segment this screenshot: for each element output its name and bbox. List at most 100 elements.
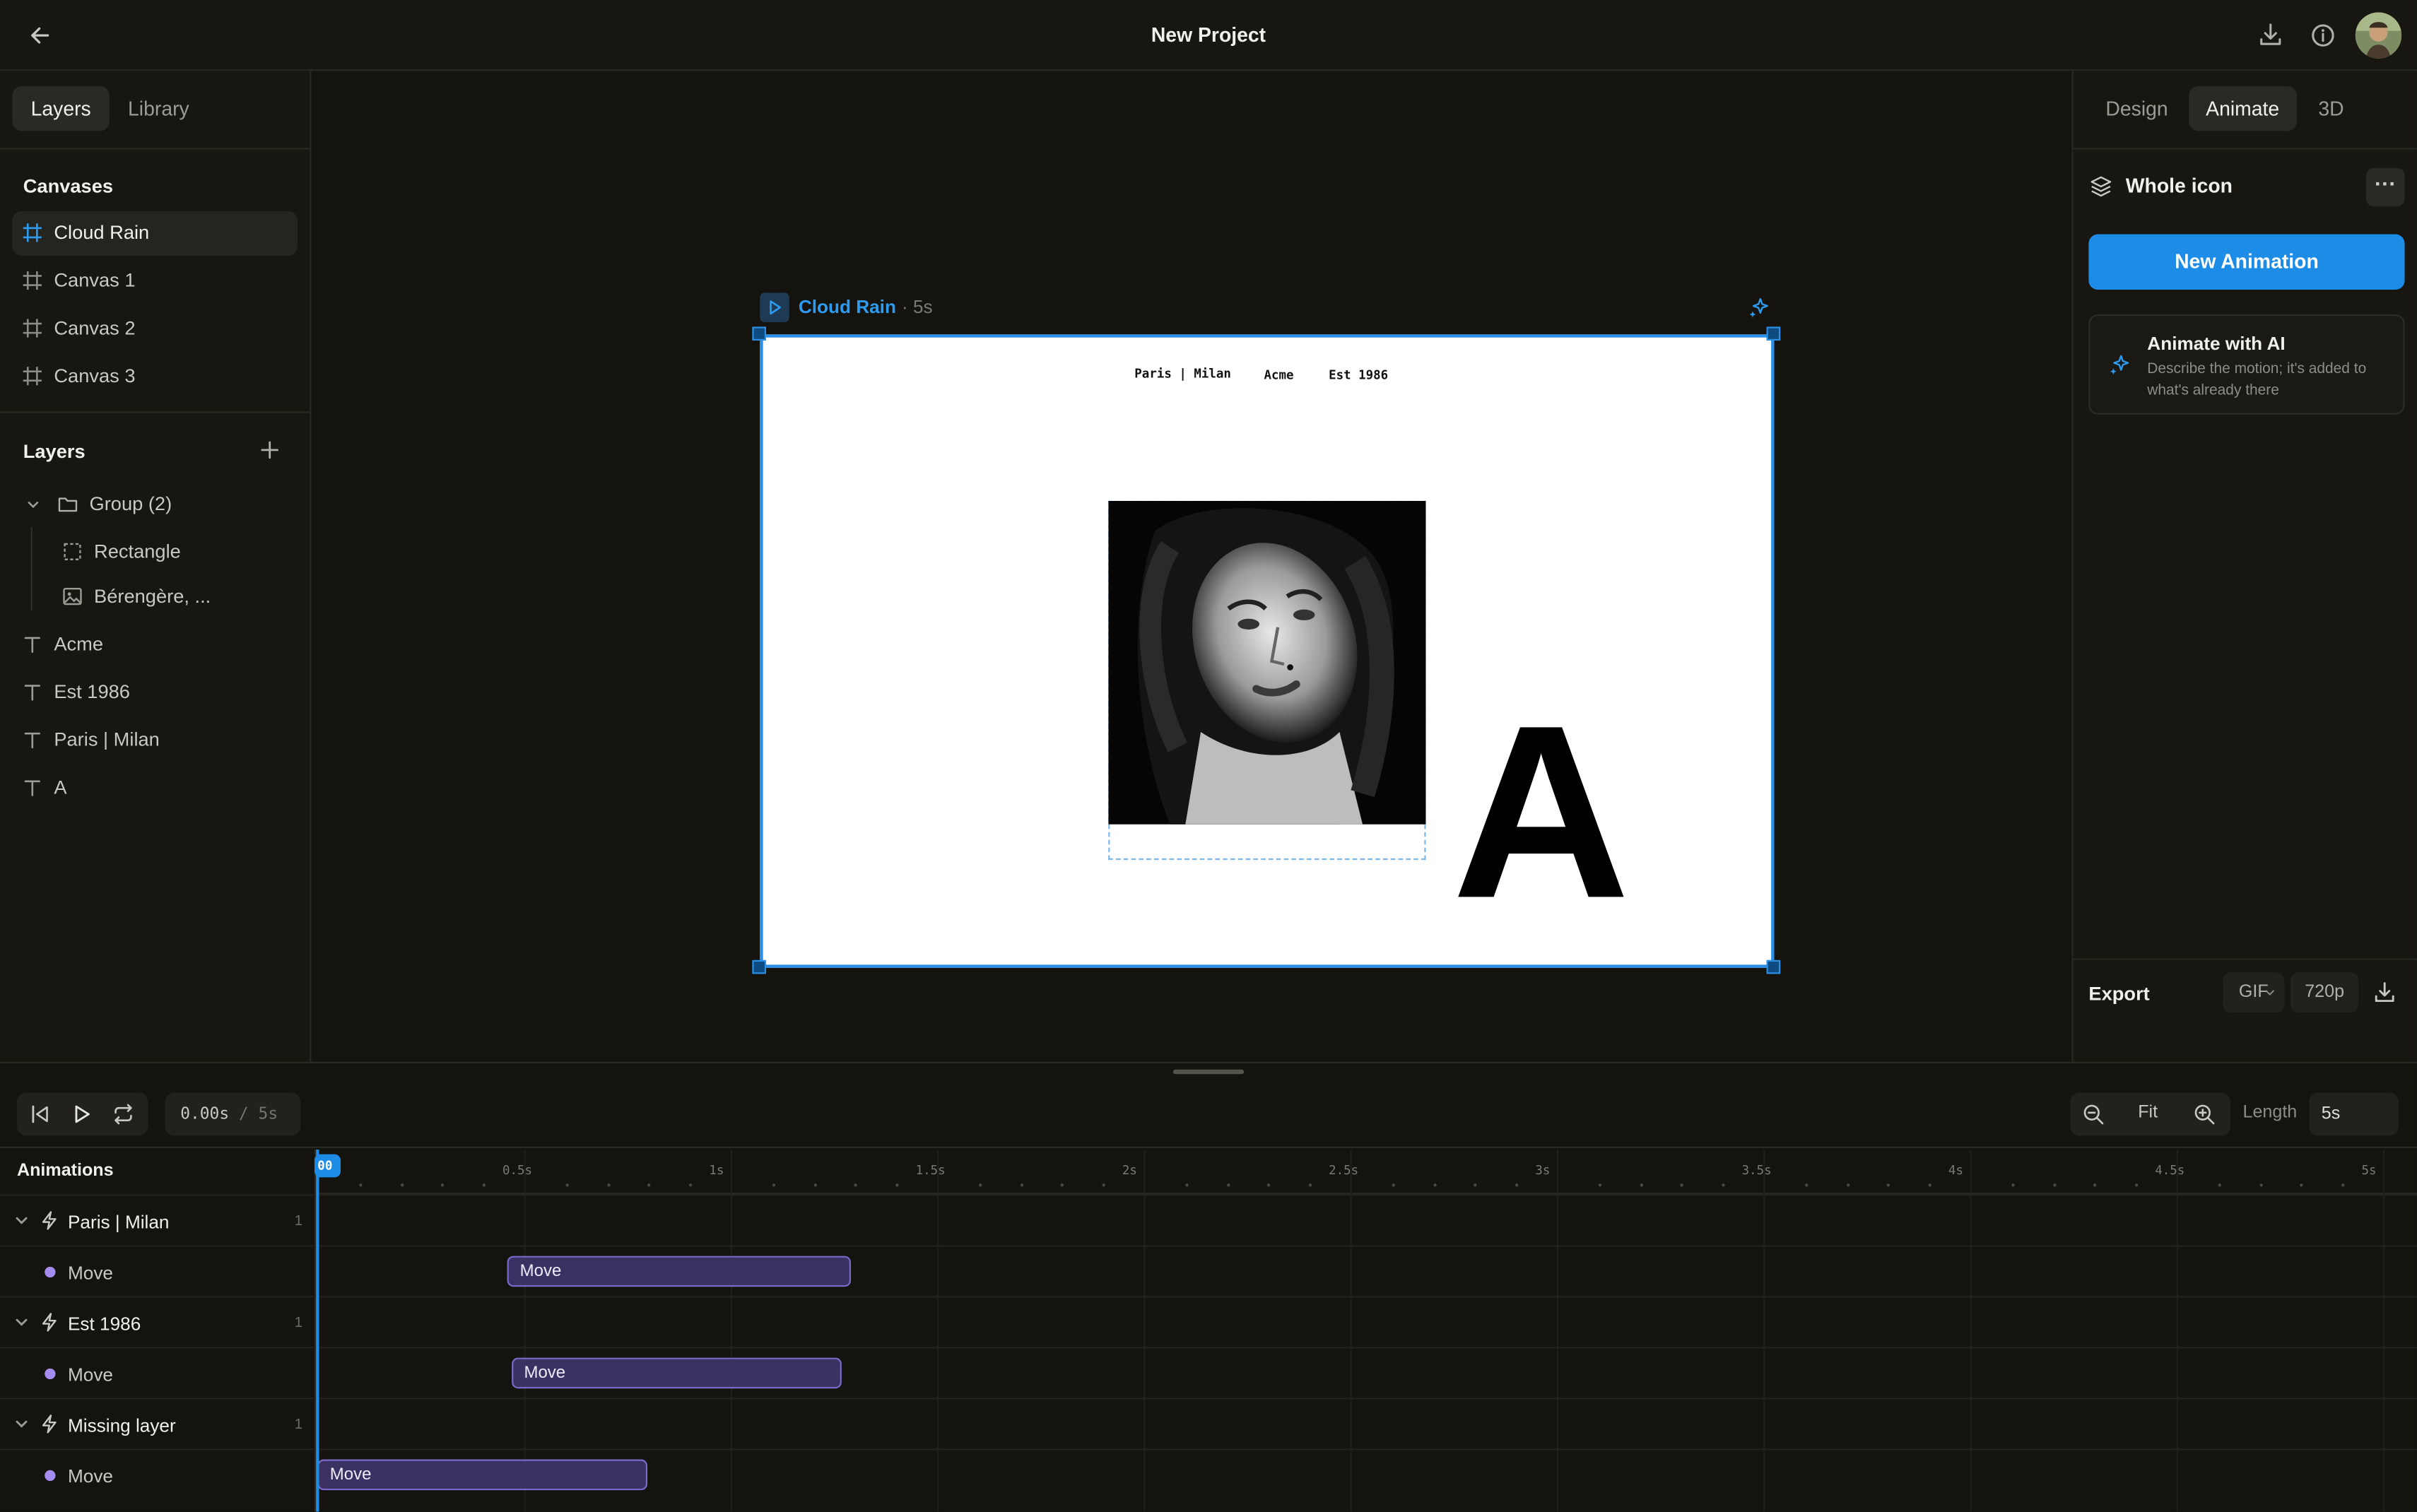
ruler-tick: [1433, 1183, 1436, 1187]
move-label: Move: [67, 1364, 113, 1386]
length-input[interactable]: 5s: [2309, 1092, 2399, 1136]
tab-layers[interactable]: Layers: [12, 86, 110, 131]
ruler-tick: [689, 1183, 693, 1187]
track-row: [316, 1296, 2417, 1347]
tab-animate[interactable]: Animate: [2189, 86, 2297, 131]
animation-move-row[interactable]: Move: [0, 1347, 317, 1398]
tab-3d[interactable]: 3D: [2301, 86, 2360, 131]
export-format-select[interactable]: GIF: [2223, 972, 2285, 1012]
ruler-tick-label: 5s: [2361, 1163, 2377, 1178]
chevron-down-icon[interactable]: [25, 496, 42, 513]
divider: [2073, 148, 2417, 150]
export-download-icon[interactable]: [2372, 980, 2397, 1005]
splitter-grip[interactable]: [1172, 1069, 1245, 1075]
project-title: New Project: [1151, 23, 1266, 47]
ruler-tick: [2011, 1183, 2015, 1187]
user-avatar[interactable]: [2355, 12, 2402, 59]
text-icon: [24, 732, 40, 749]
zoom-in-icon[interactable]: [2192, 1102, 2217, 1127]
canvas-item-canvas-2[interactable]: Canvas 2: [12, 307, 298, 351]
resize-handle-bottom-left[interactable]: [752, 959, 767, 974]
time-ruler[interactable]: 0.5s 1s 1.5s 2s 2.5s 3s 3.5s 4s 4.5s 5s: [316, 1150, 2417, 1195]
frame-icon: [23, 271, 42, 290]
tab-library[interactable]: Library: [110, 86, 208, 131]
animation-move-row[interactable]: Move: [0, 1245, 317, 1296]
text-big-a[interactable]: A: [1452, 688, 1630, 935]
move-animation-block[interactable]: Move: [317, 1459, 648, 1491]
new-animation-button[interactable]: New Animation: [2088, 234, 2405, 290]
resize-handle-top-right[interactable]: [1766, 326, 1781, 341]
ruler-tick: [1226, 1183, 1230, 1187]
portrait-image[interactable]: [1108, 500, 1426, 825]
ruler-tick: [2341, 1183, 2345, 1187]
ruler-tick: [1184, 1183, 1189, 1187]
ai-description: Describe the motion; it's added to what'…: [2147, 360, 2367, 398]
timeline-track[interactable]: 0.5s 1s 1.5s 2s 2.5s 3s 3.5s 4s 4.5s 5s Move Move M…: [316, 1150, 2417, 1512]
move-animation-block[interactable]: Move: [512, 1357, 842, 1389]
animation-group-row[interactable]: Est 1986 1: [0, 1296, 317, 1347]
ai-sparkle-icon[interactable]: [1746, 296, 1771, 321]
zoom-out-icon[interactable]: [2081, 1102, 2106, 1127]
zoom-fit-button[interactable]: Fit: [2138, 1104, 2158, 1122]
chevron-down-icon: [2265, 990, 2275, 996]
more-options-button[interactable]: ···: [2366, 167, 2405, 207]
ruler-tick: [2259, 1183, 2262, 1187]
design-canvas[interactable]: Paris | Milan Acme Est 1986 A: [760, 334, 1775, 968]
frame-icon: [23, 319, 42, 338]
playhead-handle[interactable]: 00: [314, 1154, 341, 1178]
ruler-tick: [813, 1183, 817, 1187]
canvas-label: Canvas 1: [54, 269, 136, 292]
export-label: Export: [2088, 983, 2150, 1005]
canvas-item-canvas-3[interactable]: Canvas 3: [12, 355, 298, 399]
ruler-tick: [358, 1183, 363, 1187]
lightning-icon: [42, 1211, 57, 1230]
ruler-tick: [1392, 1183, 1395, 1187]
chevron-down-icon[interactable]: [12, 1414, 30, 1433]
playhead[interactable]: [316, 1150, 319, 1512]
ruler-tick: [1681, 1183, 1684, 1187]
animation-target: Whole icon ···: [2088, 167, 2405, 209]
ruler-tick: [1722, 1183, 1726, 1187]
timeline-toolbar: 0.00s / 5s Fit Length 5s: [0, 1080, 2417, 1148]
skip-to-start-icon[interactable]: [28, 1102, 52, 1127]
text-paris-milan[interactable]: Paris | Milan: [1134, 367, 1231, 381]
layer-label: Bérengère, ...: [94, 585, 211, 608]
add-layer-icon[interactable]: [259, 439, 281, 461]
resize-handle-top-left[interactable]: [752, 326, 767, 341]
canvas-item-cloud-rain[interactable]: Cloud Rain: [12, 211, 298, 256]
move-dot: [45, 1266, 56, 1278]
animation-group-label: Est 1986: [67, 1313, 141, 1335]
animations-title: Animations: [16, 1162, 114, 1181]
move-animation-block[interactable]: Move: [507, 1256, 851, 1287]
ruler-tick: [1928, 1183, 1932, 1187]
ai-title: Animate with AI: [2147, 333, 2286, 355]
animation-move-row[interactable]: Move: [0, 1448, 317, 1499]
text-acme[interactable]: Acme: [1264, 368, 1294, 382]
preview-play-button[interactable]: [760, 293, 789, 322]
chevron-down-icon[interactable]: [12, 1313, 30, 1331]
animation-group-row[interactable]: Paris | Milan 1: [0, 1194, 317, 1245]
resize-handle-bottom-right[interactable]: [1766, 959, 1781, 974]
info-icon[interactable]: [2307, 20, 2339, 51]
top-bar: New Project: [0, 0, 2417, 71]
tab-design[interactable]: Design: [2088, 86, 2184, 131]
layer-label: A: [54, 776, 67, 798]
ruler-tick-label: 1s: [709, 1163, 724, 1178]
frame-name[interactable]: Cloud Rain: [799, 296, 896, 318]
download-icon[interactable]: [2255, 20, 2286, 51]
move-dot: [45, 1470, 56, 1482]
time-separator: /: [238, 1104, 249, 1124]
loop-icon[interactable]: [111, 1102, 136, 1127]
text-icon: [24, 780, 40, 796]
export-resolution-select[interactable]: 720p: [2290, 972, 2359, 1012]
chevron-down-icon[interactable]: [12, 1211, 30, 1229]
ruler-tick: [2052, 1183, 2056, 1187]
play-icon[interactable]: [69, 1102, 94, 1127]
ruler-tick: [1309, 1183, 1312, 1187]
animation-group-row[interactable]: Missing layer 1: [0, 1398, 317, 1448]
animate-with-ai-card[interactable]: Animate with AI Describe the motion; it'…: [2088, 314, 2405, 415]
canvas-item-canvas-1[interactable]: Canvas 1: [12, 259, 298, 303]
panel-splitter[interactable]: [0, 1061, 2417, 1080]
text-est-1986[interactable]: Est 1986: [1329, 368, 1388, 382]
ruler-tick: [1061, 1183, 1064, 1187]
